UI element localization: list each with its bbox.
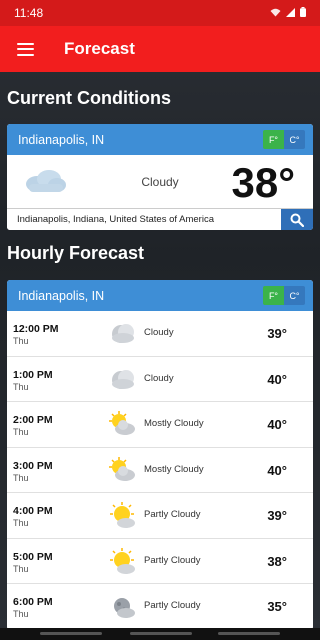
navigation-bar xyxy=(0,628,320,640)
wifi-icon xyxy=(270,6,281,20)
hour-temperature: 39° xyxy=(267,326,287,341)
location-search-input[interactable] xyxy=(7,209,281,230)
unit-f-button[interactable]: F° xyxy=(263,130,284,149)
nav-recents-handle[interactable] xyxy=(218,632,280,635)
hour-time: 6:00 PM xyxy=(13,596,53,608)
mostly-cloudy-icon xyxy=(109,411,137,439)
hour-condition: Partly Cloudy xyxy=(144,600,201,611)
cloudy-icon xyxy=(109,320,137,348)
signal-icon xyxy=(286,6,295,20)
partly-cloudy-night-icon xyxy=(109,593,137,621)
hour-condition: Cloudy xyxy=(144,327,174,338)
hourly-unit-f-button[interactable]: F° xyxy=(263,286,284,305)
status-icons xyxy=(270,6,306,20)
partly-cloudy-icon xyxy=(109,502,137,530)
mostly-cloudy-icon xyxy=(109,456,137,485)
hour-temperature: 39° xyxy=(267,508,287,523)
hour-day: Thu xyxy=(13,563,29,574)
hourly-unit-toggle: F° C° xyxy=(263,286,305,305)
hourly-row: 5:00 PM Thu Partly Cloudy 38° xyxy=(7,539,313,584)
hourly-row: 12:00 PM Thu Cloudy 39° xyxy=(7,311,313,357)
hourly-unit-c-button[interactable]: C° xyxy=(284,286,305,305)
hour-day: Thu xyxy=(13,518,29,528)
hour-temperature: 40° xyxy=(267,371,287,387)
hourly-card-header: Indianapolis, IN F° C° xyxy=(7,280,313,311)
nav-home-handle[interactable] xyxy=(130,632,192,635)
hour-time: 2:00 PM xyxy=(13,414,53,426)
hour-time: 1:00 PM xyxy=(13,368,53,381)
hour-day: Thu xyxy=(13,472,29,483)
hamburger-icon xyxy=(16,42,34,56)
hour-temperature: 40° xyxy=(267,462,287,478)
menu-button[interactable] xyxy=(0,26,50,72)
hour-temperature: 38° xyxy=(267,553,287,569)
current-conditions-card: Indianapolis, IN F° C° Cloudy 38° xyxy=(7,124,313,230)
hourly-location: Indianapolis, IN xyxy=(18,288,105,303)
status-bar: 11:48 xyxy=(0,0,320,26)
hourly-forecast-title: Hourly Forecast xyxy=(7,243,145,263)
current-body: Cloudy 38° xyxy=(7,155,313,208)
hour-day: Thu xyxy=(13,609,29,619)
hourly-row: 6:00 PM Thu Partly Cloudy 35° xyxy=(7,584,313,630)
current-card-header: Indianapolis, IN F° C° xyxy=(7,124,313,155)
hour-day: Thu xyxy=(13,381,29,392)
hourly-list: 12:00 PM Thu Cloudy 39° 1:00 PM Thu Cloudy 40° 2… xyxy=(7,311,313,630)
hour-time: 3:00 PM xyxy=(13,459,53,472)
search-icon xyxy=(290,213,304,227)
hourly-row: 4:00 PM Thu Partly Cloudy 39° xyxy=(7,493,313,539)
hour-condition: Cloudy xyxy=(144,372,174,384)
hourly-forecast-card: Indianapolis, IN F° C° 12:00 PM Thu Cloudy… xyxy=(7,280,313,630)
app-bar: Forecast xyxy=(0,26,320,72)
hour-time: 4:00 PM xyxy=(13,505,53,517)
hour-time: 5:00 PM xyxy=(13,550,53,563)
hour-temperature: 40° xyxy=(267,417,287,432)
status-time: 11:48 xyxy=(14,6,44,20)
hour-temperature: 35° xyxy=(267,599,287,614)
search-button[interactable] xyxy=(281,209,313,230)
unit-toggle: F° C° xyxy=(263,130,305,149)
hour-condition: Partly Cloudy xyxy=(144,509,201,520)
hour-condition: Mostly Cloudy xyxy=(144,418,204,429)
hour-day: Thu xyxy=(13,336,29,346)
hourly-row: 3:00 PM Thu Mostly Cloudy 40° xyxy=(7,448,313,493)
current-conditions-title: Current Conditions xyxy=(7,88,171,108)
hour-time: 12:00 PM xyxy=(13,323,59,335)
current-temperature: 38° xyxy=(231,159,295,206)
battery-icon xyxy=(300,6,306,20)
hour-day: Thu xyxy=(13,427,29,437)
cloudy-icon xyxy=(109,366,137,394)
hour-condition: Mostly Cloudy xyxy=(144,463,204,475)
nav-back-handle[interactable] xyxy=(40,632,102,635)
hourly-row: 2:00 PM Thu Mostly Cloudy 40° xyxy=(7,402,313,448)
partly-cloudy-icon xyxy=(109,547,137,576)
hour-condition: Partly Cloudy xyxy=(144,554,201,566)
app-title: Forecast xyxy=(64,39,135,58)
location-search xyxy=(7,208,313,230)
hourly-row: 1:00 PM Thu Cloudy 40° xyxy=(7,357,313,402)
current-location: Indianapolis, IN xyxy=(18,132,105,147)
unit-c-button[interactable]: C° xyxy=(284,130,305,149)
